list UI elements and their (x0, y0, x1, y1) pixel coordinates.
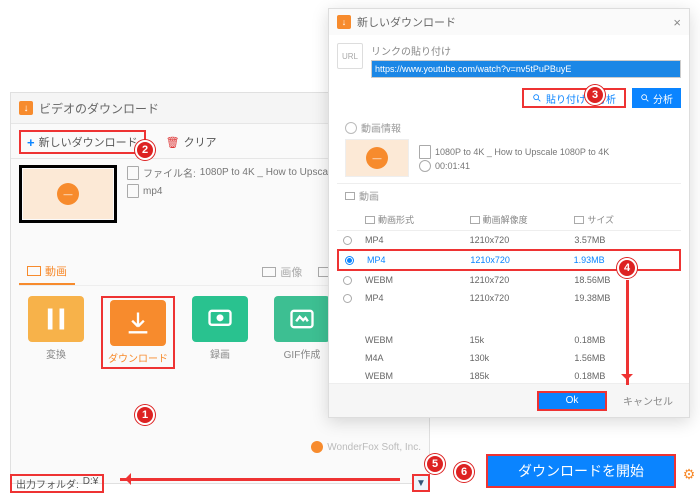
dialog-title-bar: ↓ 新しいダウンロード × (329, 9, 689, 35)
video-thumbnail: — (23, 169, 113, 219)
brand-text: WonderFox Soft, Inc. (327, 442, 421, 453)
video-thumbnail: — (345, 139, 409, 177)
file-icon (419, 145, 431, 159)
clock-icon (419, 160, 431, 172)
analyze-row: 貼り付けと分析 分析 (337, 84, 681, 116)
main-title-text: ビデオのダウンロード (39, 100, 159, 117)
brand-footer: WonderFox Soft, Inc. (311, 441, 421, 453)
output-folder-dropdown[interactable]: ▼ (412, 474, 430, 492)
callout-badge-1: 1 (135, 405, 155, 425)
paste-analyze-button[interactable]: 貼り付けと分析 (522, 88, 626, 108)
tab-image[interactable]: 画像 (254, 259, 310, 285)
url-input[interactable] (371, 60, 681, 78)
radio-icon[interactable] (343, 294, 352, 303)
dialog-title-text: 新しいダウンロード (357, 14, 456, 30)
url-icon: URL (337, 43, 363, 69)
video-info-row: — 1080P to 4K _ How to Upscale 1080P to … (337, 139, 681, 184)
annotation-arrow (626, 280, 629, 385)
radio-icon[interactable] (345, 256, 354, 265)
download-icon (110, 300, 166, 346)
tile-convert-label: 変換 (46, 346, 66, 361)
trash-icon: 🗑 (166, 136, 180, 149)
close-icon[interactable]: × (673, 15, 681, 30)
file-icon (127, 166, 139, 180)
convert-icon (28, 296, 84, 342)
resolution-col-icon (470, 216, 480, 224)
video-section-label: 動画 (337, 184, 681, 207)
play-icon: — (57, 183, 79, 205)
format-icon (127, 184, 139, 198)
tab-video[interactable]: 動画 (19, 259, 75, 285)
video-duration: 00:01:41 (435, 161, 470, 171)
tile-download-label: ダウンロード (108, 350, 168, 365)
radio-icon[interactable] (343, 236, 352, 245)
new-download-label: 新しいダウンロード (39, 134, 138, 150)
download-app-icon: ↓ (337, 15, 351, 29)
tile-download[interactable]: ダウンロード (101, 296, 175, 369)
format-header-row: 動画形式 動画解像度 サイズ (337, 207, 681, 231)
dialog-body: URL リンクの貼り付け 貼り付けと分析 分析 動画情報 — (329, 35, 689, 383)
brand-icon (311, 441, 323, 453)
new-download-dialog: ↓ 新しいダウンロード × URL リンクの貼り付け 貼り付けと分析 分析 動画… (328, 8, 690, 418)
output-folder-path: D:¥ (83, 476, 99, 491)
callout-badge-2: 2 (135, 140, 155, 160)
output-folder-label: 出力フォルダ: (16, 476, 79, 491)
cancel-button[interactable]: キャンセル (617, 392, 679, 409)
thumbnail-frame: — (19, 165, 117, 223)
radio-icon[interactable] (343, 276, 352, 285)
image-tab-icon (262, 267, 276, 277)
annotation-arrow (120, 478, 400, 481)
video-meta: 1080P to 4K _ How to Upscale 1080P to 4K… (419, 144, 609, 173)
clear-label: クリア (184, 134, 217, 150)
tile-gif-label: GIF作成 (284, 346, 321, 361)
callout-badge-4: 4 (617, 258, 637, 278)
output-folder-bar: 出力フォルダ: D:¥ ▼ (10, 472, 430, 494)
record-icon (192, 296, 248, 342)
filename-label: ファイル名: (143, 165, 196, 180)
plus-icon: + (27, 135, 35, 150)
format-row[interactable]: MP41210x72019.38MB (337, 289, 681, 307)
output-folder-box[interactable]: 出力フォルダ: D:¥ (10, 474, 104, 493)
format-col-icon (365, 216, 375, 224)
head-format: 動画形式 (378, 213, 414, 226)
callout-badge-5: 5 (425, 454, 445, 474)
url-row: URL リンクの貼り付け (337, 35, 681, 84)
video-title: 1080P to 4K _ How to Upscale 1080P to 4K (435, 147, 609, 157)
clear-button[interactable]: 🗑 クリア (166, 130, 217, 154)
callout-badge-6: 6 (454, 462, 474, 482)
url-label: リンクの貼り付け (371, 43, 681, 58)
download-app-icon: ↓ (19, 101, 33, 115)
format-row[interactable]: MP41210x7203.57MB (337, 231, 681, 249)
start-download-button[interactable]: ダウンロードを開始 (486, 454, 676, 488)
search-icon (532, 93, 542, 103)
new-download-button[interactable]: + 新しいダウンロード (19, 130, 146, 154)
paste-analyze-label: 貼り付けと分析 (546, 91, 616, 106)
format-row[interactable]: M4A130k1.56MB (337, 349, 681, 367)
search-icon (640, 93, 650, 103)
settings-icon[interactable]: ⚙ (681, 466, 697, 482)
video-tab-icon (27, 266, 41, 276)
tab-image-label: 画像 (280, 264, 302, 280)
analyze-button[interactable]: 分析 (632, 88, 681, 108)
format-row[interactable]: WEBM15k0.18MB (337, 331, 681, 349)
play-icon: — (366, 147, 388, 169)
ok-button[interactable]: Ok (537, 391, 607, 411)
video-icon (345, 192, 355, 200)
size-col-icon (574, 216, 584, 224)
tab-video-label: 動画 (45, 263, 67, 279)
gif-icon (274, 296, 330, 342)
tile-convert[interactable]: 変換 (19, 296, 93, 369)
callout-badge-3: 3 (585, 85, 605, 105)
analyze-label: 分析 (653, 91, 673, 106)
head-resolution: 動画解像度 (483, 213, 528, 226)
tile-record-label: 録画 (210, 346, 230, 361)
video-info-label: 動画情報 (337, 116, 681, 139)
tile-record[interactable]: 録画 (183, 296, 257, 369)
dialog-footer: Ok キャンセル (329, 383, 689, 417)
head-size: サイズ (587, 213, 614, 226)
info-icon (345, 122, 357, 134)
